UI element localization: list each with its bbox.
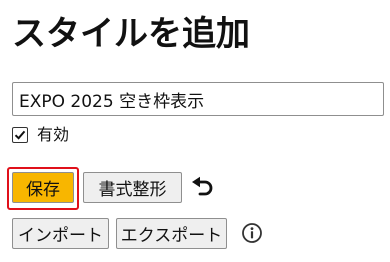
add-style-panel: スタイルを追加 有効 保存 書式整形 インポート エクスポート: [0, 0, 390, 262]
page-title: スタイルを追加: [12, 14, 250, 54]
style-name-input[interactable]: [12, 82, 384, 116]
enabled-checkbox[interactable]: [12, 127, 28, 143]
import-button[interactable]: インポート: [12, 218, 109, 249]
save-button[interactable]: 保存: [12, 172, 74, 203]
enabled-label: 有効: [37, 125, 70, 144]
format-button[interactable]: 書式整形: [83, 172, 182, 203]
info-icon[interactable]: [241, 222, 263, 244]
enabled-toggle[interactable]: 有効: [12, 124, 69, 146]
export-button[interactable]: エクスポート: [116, 218, 227, 249]
undo-icon[interactable]: [190, 176, 216, 200]
checkmark-icon: [14, 130, 26, 140]
